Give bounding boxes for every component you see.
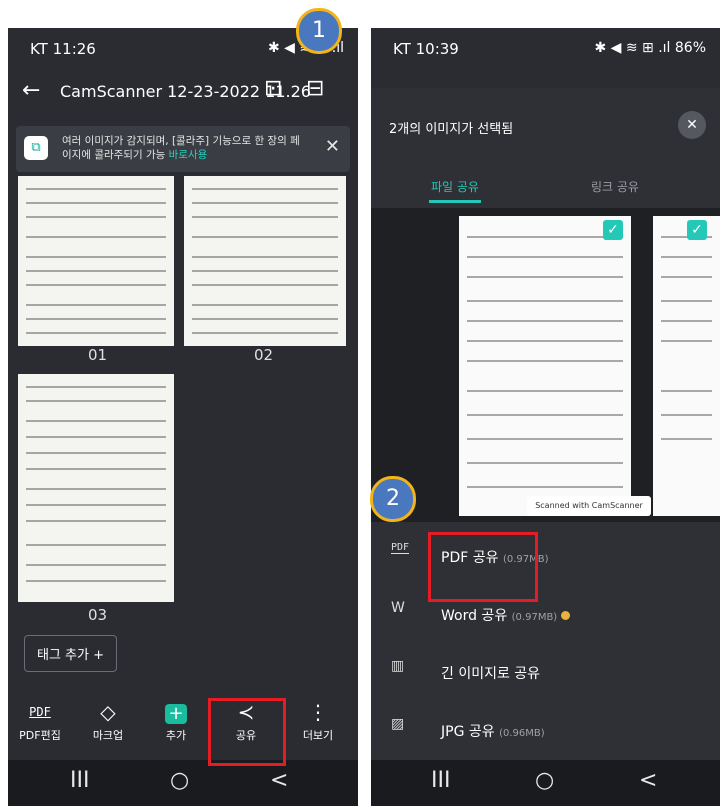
step-badge-1: 1 [296,8,342,54]
preview-area: ✓ ✓ [371,208,720,522]
tab-link-share[interactable]: 링크 공유 [591,178,639,195]
pdf-edit-button[interactable]: PDF PDF편집 [8,697,72,743]
recent-apps-icon[interactable]: III [70,768,89,793]
page-number: 02 [254,346,274,364]
close-icon[interactable]: ✕ [325,136,340,157]
banner-text: 여러 이미지가 감지되며, [콜라주] 기능으로 한 장의 페이지에 콜라주되기… [62,135,300,161]
app-bar: ← CamScanner 12-23-2022 11.26 ⊡ ⊟ [8,74,358,114]
pdf-icon: PDF [391,542,410,554]
file-size: (0.96MB) [499,728,545,739]
back-icon[interactable]: < [270,768,288,793]
markup-button[interactable]: ◇ 마크업 [76,697,140,743]
share-options-list: PDF PDF 공유 (0.97MB) W Word 공유 (0.97MB) ▥… [371,522,720,760]
banner-link[interactable]: 바로사용 [169,149,208,161]
more-vertical-icon: ⋮ [308,700,328,724]
option-label: Word 공유 [441,608,508,624]
collage-banner: ⧉ 여러 이미지가 감지되며, [콜라주] 기능으로 한 장의 페이지에 콜라주… [16,126,350,172]
collage-icon: ⧉ [24,136,48,160]
markup-label: 마크업 [92,729,124,742]
page-thumbnail-3[interactable] [18,374,174,602]
share-sheet-header: 2개의 이미지가 선택됨 ✕ [371,88,720,170]
pdf-edit-label: PDF편집 [19,729,61,742]
pen-icon: ◇ [100,700,116,724]
pdf-icon: PDF [29,705,51,719]
page-thumbnail-2[interactable] [184,176,346,346]
system-nav-bar: III ○ < [371,760,720,806]
long-image-share-option[interactable]: ▥ 긴 이미지로 공유 [371,644,720,704]
image-icon: ▨ [391,716,405,732]
word-share-option[interactable]: W Word 공유 (0.97MB) [371,586,720,646]
home-icon[interactable]: ○ [170,768,189,793]
step-badge-2: 2 [370,476,416,522]
long-image-icon: ▥ [391,658,405,674]
phone-screen-share-sheet: KT 10:39 ✱ ◀ ≋ ⊞ .ıl 86% 2개의 이미지가 선택됨 ✕ … [371,28,720,806]
page-number: 01 [88,346,108,364]
selected-check-icon[interactable]: ✓ [603,220,623,240]
premium-badge-icon [561,611,571,620]
tab-file-share[interactable]: 파일 공유 [431,178,479,195]
bottom-toolbar: PDF PDF편집 ◇ 마크업 + 추가 ≺ 공유 ⋮ 더보기 [8,691,358,759]
status-time: KT 11:26 [30,40,96,58]
status-icons: ✱ ◀ ≋ ⊞ .ıl 86% [594,40,706,56]
pdf-share-option[interactable]: PDF PDF 공유 (0.97MB) [371,528,720,588]
active-tab-indicator [429,200,481,203]
file-size: (0.97MB) [511,612,558,623]
add-tag-button[interactable]: 태그 추가 + [24,635,117,672]
highlight-share-button [208,698,286,766]
highlight-pdf-share [428,532,538,602]
status-bar: KT 10:39 ✱ ◀ ≋ ⊞ .ıl 86% [371,28,720,68]
preview-page-2[interactable]: ✓ [653,216,720,516]
add-label: 추가 [165,729,187,742]
plus-icon: + [144,697,208,727]
word-icon: W [391,600,405,616]
page-thumbnail-1[interactable] [18,176,174,346]
preview-page-1[interactable]: ✓ [459,216,631,516]
page-number: 03 [88,606,108,624]
share-tabs: 파일 공유 링크 공유 [371,170,720,208]
system-nav-bar: III ○ < [8,760,358,806]
jpg-share-option[interactable]: ▨ JPG 공유 (0.96MB) [371,702,720,762]
close-button[interactable]: ✕ [678,111,706,139]
selected-check-icon[interactable]: ✓ [687,220,707,240]
recent-apps-icon[interactable]: III [431,768,450,793]
back-arrow-icon[interactable]: ← [22,78,40,103]
phone-screen-camscanner-document: KT 11:26 ✱ ◀ ≋ ⊞ .ıl ← CamScanner 12-23-… [8,28,358,806]
more-button[interactable]: ⋮ 더보기 [286,697,350,743]
add-button[interactable]: + 추가 [144,697,208,743]
layout-icon[interactable]: ⊟ [306,76,324,101]
rename-icon[interactable]: ⊡ [264,76,282,101]
status-time: KT 10:39 [393,40,459,58]
option-label: JPG 공유 [441,724,495,740]
watermark-label: Scanned with CamScanner [527,496,651,516]
selection-count-title: 2개의 이미지가 선택됨 [389,122,514,137]
more-label: 더보기 [302,729,334,742]
option-label: 긴 이미지로 공유 [441,666,541,682]
back-icon[interactable]: < [639,768,657,793]
home-icon[interactable]: ○ [535,768,554,793]
